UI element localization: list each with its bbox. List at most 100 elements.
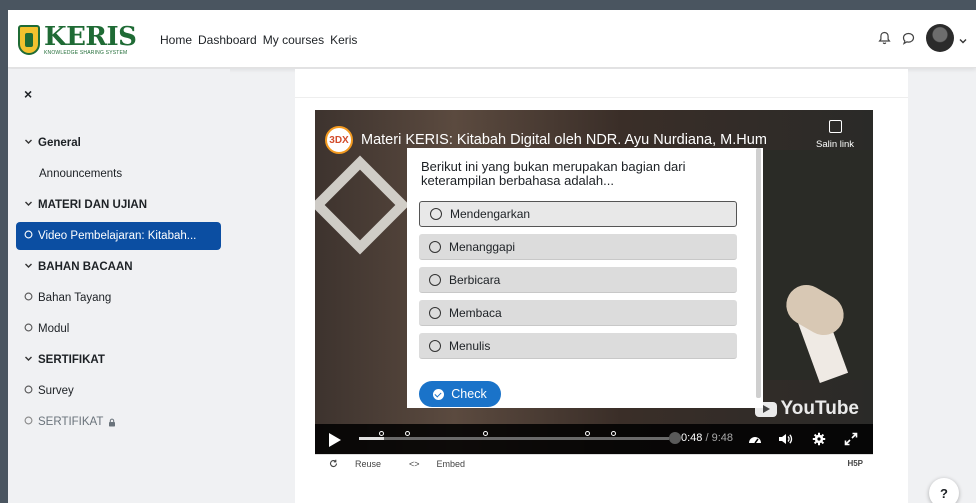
quiz-option-membaca[interactable]: Membaca [419, 300, 737, 326]
sidebar-item-label: Modul [38, 323, 70, 335]
nav-keris-link[interactable]: Keris [330, 33, 357, 47]
help-button[interactable]: ? [929, 478, 959, 503]
circle-icon [24, 385, 38, 397]
quiz-scrollbar[interactable] [756, 148, 761, 398]
embed-label: Embed [436, 458, 466, 469]
fullscreen-icon[interactable] [843, 432, 859, 446]
radio-button[interactable] [430, 208, 442, 220]
youtube-logo[interactable]: YouTube [754, 398, 859, 420]
quiz-option-label: Berbicara [449, 272, 501, 287]
quiz-question: Berikut ini yang bukan merupakan bagian … [421, 159, 686, 188]
sidebar-item-label: General [38, 137, 81, 149]
circle-icon [24, 292, 38, 304]
check-button[interactable]: Check [419, 381, 501, 407]
sidebar-item-label: Bahan Tayang [38, 292, 112, 304]
settings-gear-icon[interactable] [811, 432, 827, 446]
sidebar-item-announcements[interactable]: Announcements [16, 160, 221, 188]
logo-wordmark: KERIS [44, 22, 137, 52]
quiz-interaction-popup: Berikut ini yang bukan merupakan bagian … [407, 148, 763, 408]
copy-link-button[interactable]: Salin link [809, 120, 861, 150]
check-button-label: Check [451, 387, 487, 401]
chat-bubble-icon[interactable] [898, 28, 918, 48]
embed-button[interactable]: <> Embed [395, 459, 465, 469]
sidebar-item-survey[interactable]: Survey [16, 377, 221, 405]
video-title[interactable]: Materi KERIS: Kitabah Digital oleh NDR. … [361, 132, 767, 148]
interaction-marker[interactable] [405, 431, 410, 436]
chevron-down-icon [24, 261, 38, 273]
logo-text: KERIS KNOWLEDGE SHARING SYSTEM [44, 22, 137, 56]
top-navbar: KERIS KNOWLEDGE SHARING SYSTEM Home Dash… [8, 10, 976, 68]
interaction-marker[interactable] [379, 431, 384, 436]
nav-my-courses-link[interactable]: My courses [263, 33, 324, 47]
reuse-label: Reuse [355, 458, 382, 469]
volume-icon[interactable] [777, 432, 793, 446]
current-time: 0:48 [681, 432, 703, 444]
browser-viewport: KERIS KNOWLEDGE SHARING SYSTEM Home Dash… [8, 10, 976, 503]
check-circle-icon [433, 388, 445, 400]
sidebar-section-bahan-bacaan[interactable]: BAHAN BACAAN [16, 253, 221, 281]
quiz-option-label: Menulis [449, 338, 491, 353]
lock-icon [108, 418, 116, 427]
interaction-marker[interactable] [585, 431, 590, 436]
playback-speed-icon[interactable] [747, 432, 763, 446]
circle-icon [24, 323, 38, 335]
reuse-button[interactable]: Reuse [329, 459, 381, 469]
seek-bar[interactable] [359, 431, 669, 440]
sidebar-item-bahan-tayang[interactable]: Bahan Tayang [16, 284, 221, 312]
sidebar-item-label: Survey [38, 385, 74, 397]
time-separator: / [705, 432, 709, 444]
h5p-logo[interactable]: H5P [847, 459, 863, 468]
sidebar-item-video-pembelajaran[interactable]: Video Pembelajaran: Kitabah... [16, 222, 221, 250]
course-index-drawer: × General Announcements MATERI DAN UJIAN… [8, 69, 230, 503]
close-drawer-icon[interactable]: × [24, 86, 32, 102]
embed-code-icon: <> [409, 458, 420, 469]
circle-icon [24, 230, 38, 242]
sidebar-section-materi-dan-ujian[interactable]: MATERI DAN UJIAN [16, 191, 221, 219]
sidebar-item-label: SERTIFIKAT [38, 354, 105, 366]
chevron-down-icon [24, 354, 38, 366]
video-control-bar: 0:48 / 9:48 [315, 424, 873, 454]
h5p-action-bar: Reuse <> Embed H5P [315, 454, 873, 472]
sidebar-item-label: Video Pembelajaran: Kitabah... [38, 230, 197, 242]
logo-tagline: KNOWLEDGE SHARING SYSTEM [44, 50, 128, 56]
radio-button[interactable] [429, 240, 441, 253]
quiz-option-label: Membaca [449, 305, 502, 320]
quiz-option-menulis[interactable]: Menulis [419, 333, 737, 359]
quiz-option-mendengarkan[interactable]: Mendengarkan [419, 201, 737, 227]
quiz-option-label: Mendengarkan [450, 207, 531, 221]
nav-dashboard-link[interactable]: Dashboard [198, 33, 257, 47]
reuse-icon [329, 459, 338, 468]
quiz-option-berbicara[interactable]: Berbicara [419, 267, 737, 293]
channel-avatar[interactable]: 3DX [325, 126, 353, 154]
copy-icon [828, 120, 842, 133]
sidebar-item-label: MATERI DAN UJIAN [38, 199, 148, 211]
bookmark-star-icon[interactable] [669, 432, 681, 444]
radio-button[interactable] [429, 273, 441, 286]
time-display: 0:48 / 9:48 [681, 432, 733, 444]
sidebar-section-sertifikat[interactable]: SERTIFIKAT [16, 346, 221, 374]
site-logo[interactable]: KERIS KNOWLEDGE SHARING SYSTEM [18, 21, 138, 59]
bell-icon[interactable] [874, 28, 894, 48]
sidebar-item-sertifikat-locked[interactable]: SERTIFIKAT [16, 408, 221, 436]
total-time: 9:48 [711, 432, 734, 444]
youtube-wordmark: YouTube [780, 398, 859, 419]
play-icon[interactable] [329, 433, 341, 447]
chevron-down-icon [24, 199, 38, 211]
chevron-down-icon[interactable] [958, 33, 968, 44]
quiz-option-label: Menanggapi [449, 239, 516, 254]
sidebar-section-general[interactable]: General [16, 129, 221, 157]
interaction-marker[interactable] [611, 431, 616, 436]
keris-shield-icon [18, 25, 40, 55]
primary-nav: Home Dashboard My courses Keris [160, 33, 363, 47]
radio-button[interactable] [429, 339, 441, 352]
sidebar-item-label: BAHAN BACAAN [38, 261, 133, 273]
user-avatar[interactable] [926, 24, 954, 52]
nav-home-link[interactable]: Home [160, 33, 192, 47]
quiz-option-menanggapi[interactable]: Menanggapi [419, 234, 737, 260]
seek-bar-progress [359, 437, 384, 440]
activity-header [295, 69, 908, 98]
sidebar-item-modul[interactable]: Modul [16, 315, 221, 343]
user-menu-area [870, 24, 968, 52]
radio-button[interactable] [429, 306, 441, 319]
interaction-marker[interactable] [483, 431, 488, 436]
